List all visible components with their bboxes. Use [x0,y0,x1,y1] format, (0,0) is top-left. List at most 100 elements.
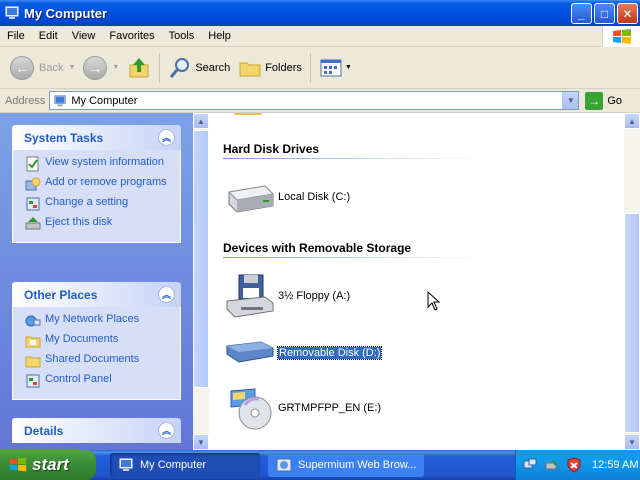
safely-remove-hardware-icon[interactable] [544,457,560,473]
taskbar-button-my-computer[interactable]: My Computer [110,453,260,477]
clock[interactable]: 12:59 AM [592,459,638,471]
other-places-panel: Other Places ︽ My Network Places My Docu… [12,282,181,400]
go-button[interactable]: → Go [585,91,623,110]
task-pane: System Tasks ︽ View system information A… [0,113,209,450]
network-places-icon [25,315,41,327]
folder-icon [234,113,262,115]
other-places-header[interactable]: Other Places ︽ [12,282,181,307]
go-label: Go [607,94,623,107]
shared-documents-link[interactable]: Shared Documents [25,353,172,369]
menu-view[interactable]: View [65,26,103,47]
menu-help[interactable]: Help [201,26,238,47]
scroll-down-button[interactable]: ▼ [193,434,209,450]
control-panel-link[interactable]: Control Panel [25,373,172,389]
group-header-removable-storage: Devices with Removable Storage [223,241,412,255]
content-scrollbar[interactable]: ▲ ▼ [624,113,640,450]
task-pane-scrollbar[interactable]: ▲ ▼ [193,113,209,450]
task-label: Add or remove programs [45,176,167,188]
back-button[interactable]: ← Back ▼ [6,50,79,86]
address-value: My Computer [71,94,138,107]
task-label: View system information [45,156,165,168]
up-button[interactable] [123,50,155,86]
menu-edit[interactable]: Edit [32,26,65,47]
forward-dropdown-icon[interactable]: ▼ [112,64,119,71]
group-header-hard-disk-drives: Hard Disk Drives [223,142,320,156]
details-panel: Details ︽ [12,418,181,443]
drive-floppy-a[interactable]: 3½ Floppy (A:) [225,273,350,319]
views-icon [320,59,342,76]
menu-favorites[interactable]: Favorites [102,26,161,47]
drive-local-disk-c[interactable]: Local Disk (C:) [225,174,350,220]
close-button[interactable]: ✕ [617,3,638,24]
security-shield-icon[interactable] [566,457,582,473]
windows-logo-icon [602,26,640,47]
menu-tools[interactable]: Tools [162,26,202,47]
forward-button[interactable]: → ▼ [79,50,123,86]
menu-bar: File Edit View Favorites Tools Help [0,26,640,47]
back-label: Back [39,61,64,74]
floppy-drive-icon [226,274,274,318]
toolbar-separator [159,52,161,83]
address-bar: Address My Computer ▼ → Go [0,89,640,113]
taskbar-button-supermium[interactable]: Supermium Web Brow... [268,453,424,477]
removable-disk-icon [226,341,274,363]
collapse-chevron-icon[interactable]: ︽ [158,129,175,146]
search-button[interactable]: Search [164,50,234,86]
collapse-chevron-icon[interactable]: ︽ [158,286,175,303]
taskbar: start My Computer Supermium Web Brow... [0,450,640,480]
views-button[interactable]: ▼ [315,50,356,86]
view-system-information-link[interactable]: View system information [25,156,172,172]
eject-this-disk-link[interactable]: Eject this disk [25,216,172,232]
scroll-up-button[interactable]: ▲ [624,113,640,129]
scroll-up-button[interactable]: ▲ [193,113,209,129]
network-tray-icon[interactable] [522,457,538,473]
eject-icon [25,217,41,230]
details-header[interactable]: Details ︽ [12,418,181,443]
views-dropdown-icon[interactable]: ▼ [345,64,352,71]
scroll-down-button[interactable]: ▼ [624,434,640,450]
scroll-thumb[interactable] [624,213,640,433]
minimize-button[interactable]: _ [571,3,592,24]
my-computer-icon [119,458,133,471]
folders-icon [239,62,261,76]
details-title: Details [24,423,64,438]
add-or-remove-programs-link[interactable]: Add or remove programs [25,176,172,192]
group-divider [223,158,479,159]
control-panel-icon [26,374,40,388]
start-button[interactable]: start [0,450,96,480]
toolbar-separator [309,52,311,83]
add-remove-programs-icon [25,177,41,191]
drive-grtmpfpp-en-e[interactable]: GRTMPFPP_EN (E:) [225,385,381,431]
shared-folder-icon [25,356,41,368]
cd-rom-icon [230,388,272,430]
task-label: Shared Documents [45,353,140,365]
folder-up-icon [129,57,149,77]
title-bar[interactable]: My Computer _ □ ✕ [0,0,640,26]
system-info-icon [26,156,39,172]
standard-toolbar: ← Back ▼ → ▼ Search Folders ▼ [0,47,640,89]
task-label: Change a setting [45,196,129,208]
system-tasks-title: System Tasks [24,130,104,145]
back-dropdown-icon[interactable]: ▼ [68,64,75,71]
drive-label: 3½ Floppy (A:) [278,290,351,302]
search-label: Search [195,61,231,74]
my-documents-link[interactable]: My Documents [25,333,172,349]
go-arrow-icon: → [585,91,604,110]
drive-label-selected: Removable Disk (D:) [276,346,383,360]
taskbar-button-label: My Computer [140,459,207,471]
folders-button[interactable]: Folders [234,50,306,86]
task-label: My Documents [45,333,119,345]
drives-view: Hard Disk Drives Local Disk (C:) Devices… [209,113,624,450]
drive-removable-disk-d[interactable]: Removable Disk (D:) [225,330,383,376]
system-tasks-header[interactable]: System Tasks ︽ [12,125,181,150]
address-dropdown-icon[interactable]: ▼ [562,92,579,109]
collapse-chevron-icon[interactable]: ︽ [158,422,175,439]
address-input[interactable]: My Computer ▼ [49,91,580,110]
maximize-button[interactable]: □ [594,3,615,24]
system-tasks-panel: System Tasks ︽ View system information A… [12,125,181,243]
scroll-thumb[interactable] [193,130,209,388]
change-a-setting-link[interactable]: Change a setting [25,196,172,212]
drive-label: Local Disk (C:) [278,191,351,203]
menu-file[interactable]: File [0,26,32,47]
my-network-places-link[interactable]: My Network Places [25,313,172,329]
